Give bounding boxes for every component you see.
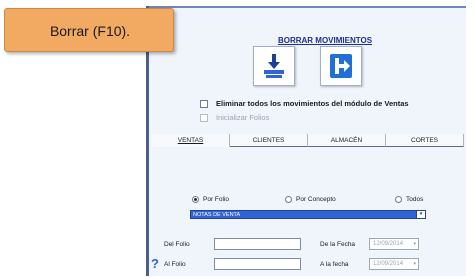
date-to-input[interactable]: 12/09/2014 ▾ xyxy=(369,258,419,270)
by-folio-label: Por Folio xyxy=(203,196,230,203)
tab-clientes[interactable]: CLIENTES xyxy=(230,134,308,147)
help-icon[interactable]: ? xyxy=(151,256,159,271)
date-from-label: De la Fecha xyxy=(320,241,356,248)
tooltip-text: Borrar (F10). xyxy=(49,23,131,39)
delete-all-label: Eliminar todos los movimientos del módul… xyxy=(216,99,409,108)
delete-button[interactable] xyxy=(253,46,295,86)
date-to-value: 12/09/2014 xyxy=(373,261,404,267)
delete-all-checkbox[interactable] xyxy=(200,99,208,108)
filter-by-folio[interactable]: Por Folio xyxy=(192,196,229,203)
concept-select-value: NOTAS DE VENTA xyxy=(193,212,241,218)
date-from-value: 12/09/2014 xyxy=(373,241,404,247)
all-radio[interactable] xyxy=(395,196,402,203)
window-top-border xyxy=(146,6,466,8)
tab-cortes[interactable]: CORTES xyxy=(386,134,464,147)
exit-arrow-icon xyxy=(330,54,352,78)
chevron-down-icon[interactable]: ▾ xyxy=(416,211,425,218)
init-folios-checkbox xyxy=(200,113,208,122)
module-tabs: VENTAS CLIENTES ALMACÉN CORTES xyxy=(152,134,464,147)
all-label: Todos xyxy=(406,196,424,203)
date-to-label: A la fecha xyxy=(320,261,349,268)
by-concept-label: Por Concepto xyxy=(296,196,336,203)
al-folio-label: Al Folio xyxy=(164,261,186,268)
init-folios-label: Inicializar Folios xyxy=(216,113,270,122)
by-concept-radio[interactable] xyxy=(285,196,292,203)
init-folios-option: Inicializar Folios xyxy=(200,113,269,122)
del-folio-label: Del Folio xyxy=(164,241,190,248)
delete-all-option[interactable]: Eliminar todos los movimientos del módul… xyxy=(200,99,409,108)
al-folio-input[interactable] xyxy=(214,258,301,270)
concept-select[interactable]: NOTAS DE VENTA ▾ xyxy=(190,210,426,219)
date-from-input[interactable]: 12/09/2014 ▾ xyxy=(369,238,419,250)
by-folio-radio[interactable] xyxy=(192,196,199,203)
date-from-dropdown-icon[interactable]: ▾ xyxy=(413,239,416,250)
filter-by-concept[interactable]: Por Concepto xyxy=(285,196,336,203)
delete-stack-icon xyxy=(264,54,284,78)
tooltip-callout: Borrar (F10). xyxy=(4,8,174,52)
exit-button[interactable] xyxy=(320,46,362,86)
date-to-dropdown-icon[interactable]: ▾ xyxy=(413,259,416,270)
tab-almacen[interactable]: ALMACÉN xyxy=(308,134,386,147)
del-folio-input[interactable] xyxy=(214,238,301,250)
tab-ventas[interactable]: VENTAS xyxy=(152,134,230,147)
dialog-title: BORRAR MOVIMIENTOS xyxy=(277,36,373,45)
filter-all[interactable]: Todos xyxy=(395,196,423,203)
